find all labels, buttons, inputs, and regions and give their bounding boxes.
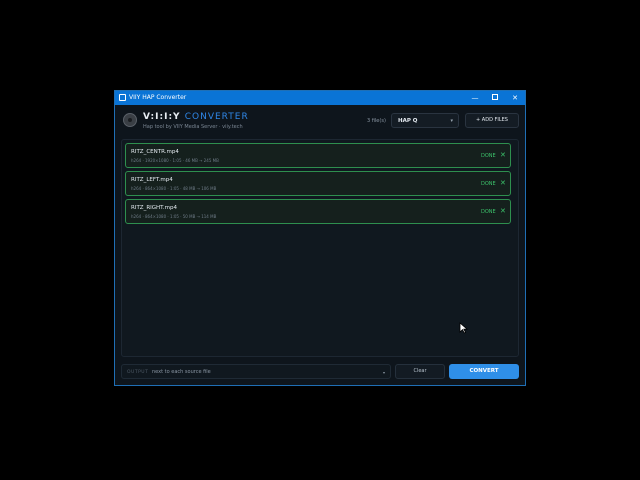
output-select[interactable]: OUTPUT next to each source file ▾ xyxy=(121,364,391,379)
codec-select-value: HAP Q xyxy=(398,118,418,124)
output-label: OUTPUT xyxy=(127,370,149,375)
file-name: RITZ_LEFT.mp4 xyxy=(131,177,173,183)
file-meta: h264 · 864×1080 · 1:05 · 48 MB → 106 MB xyxy=(131,186,217,191)
file-meta: h264 · 864×1080 · 1:05 · 50 MB → 114 MB xyxy=(131,214,217,219)
file-name: RITZ_RIGHT.mp4 xyxy=(131,205,177,211)
brand-accent: CONVERTER xyxy=(184,112,249,122)
status-badge: DONE xyxy=(481,153,496,159)
brand-main: V:I:I:Y xyxy=(143,112,181,122)
title-bar[interactable]: VIIY HAP Converter — ✕ xyxy=(115,91,525,105)
file-name: RITZ_CENTR.mp4 xyxy=(131,149,179,155)
converter-window: VIIY HAP Converter — ✕ V:I:I:Y CONVERTER… xyxy=(114,90,526,386)
add-files-button[interactable]: + ADD FILES xyxy=(465,113,519,128)
convert-button[interactable]: CONVERT xyxy=(449,364,519,379)
mouse-pointer-icon xyxy=(459,322,469,334)
brand-title: V:I:I:Y CONVERTER xyxy=(143,112,249,123)
clear-button[interactable]: Clear xyxy=(395,364,445,379)
status-badge: DONE xyxy=(481,181,496,187)
file-row[interactable]: RITZ_CENTR.mp4 h264 · 1920×1080 · 1:05 ·… xyxy=(125,143,511,168)
maximize-button[interactable] xyxy=(485,91,505,105)
app-icon xyxy=(119,94,126,101)
remove-file-button[interactable]: ✕ xyxy=(500,151,506,160)
remove-file-button[interactable]: ✕ xyxy=(500,207,506,216)
status-badge: DONE xyxy=(481,209,496,215)
output-value: next to each source file xyxy=(152,369,211,375)
app-logo xyxy=(123,113,137,127)
file-row[interactable]: RITZ_RIGHT.mp4 h264 · 864×1080 · 1:05 · … xyxy=(125,199,511,224)
chevron-down-icon: ▾ xyxy=(382,370,385,375)
remove-file-button[interactable]: ✕ xyxy=(500,179,506,188)
chevron-down-icon: ▾ xyxy=(450,118,453,124)
file-count: 3 file(s) xyxy=(367,118,386,124)
close-button[interactable]: ✕ xyxy=(505,91,525,105)
window-title: VIIY HAP Converter xyxy=(129,94,187,101)
maximize-icon xyxy=(492,94,498,100)
codec-select[interactable]: HAP Q ▾ xyxy=(391,113,459,128)
minimize-button[interactable]: — xyxy=(465,91,485,105)
brand-subtitle: Hap tool by VIIY Media Server · viiy.tec… xyxy=(143,124,243,130)
file-meta: h264 · 1920×1080 · 1:05 · 46 MB → 245 MB xyxy=(131,158,219,163)
file-row[interactable]: RITZ_LEFT.mp4 h264 · 864×1080 · 1:05 · 4… xyxy=(125,171,511,196)
